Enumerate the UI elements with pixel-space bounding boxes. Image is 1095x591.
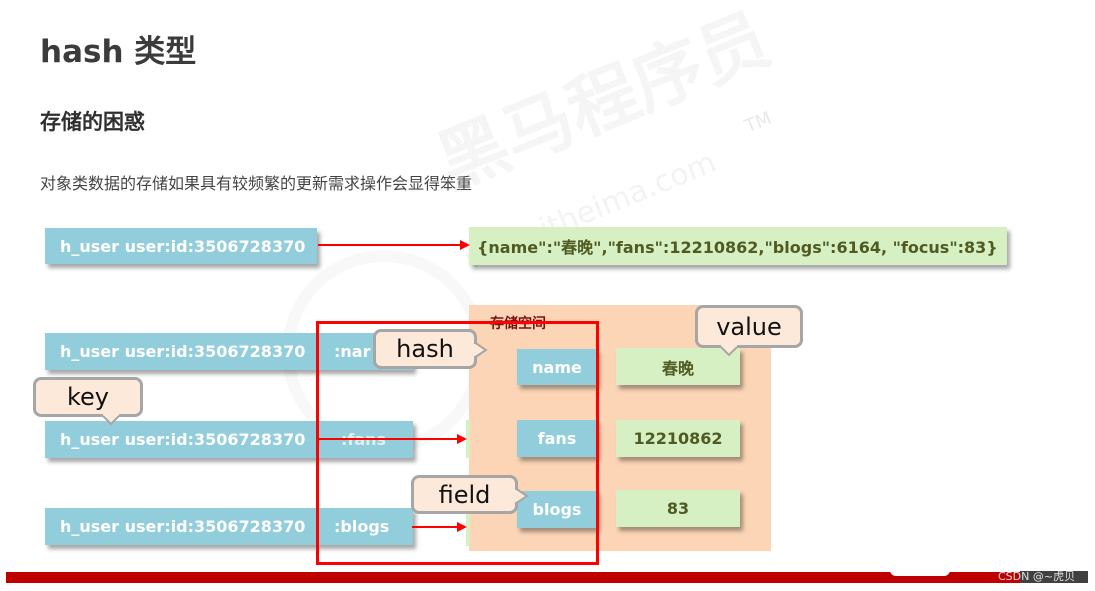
arrow-head-icon [457,434,467,444]
value-callout: value [695,305,803,348]
field-callout: field [411,475,518,514]
arrow-blogs-to-storage [412,522,467,532]
arrow-head-icon [460,240,470,250]
hash-callout-label: hash [396,335,454,363]
key-callout-pointer-icon [100,414,122,426]
field-callout-pointer-icon [515,486,529,506]
hash-callout: hash [373,329,477,369]
credit-text: CSDN @~虎贝 [998,570,1076,583]
key-callout-label: key [66,383,109,411]
arrow-fans-to-storage [318,434,467,444]
bottom-bar-notch [890,570,950,576]
arrow-head-icon [457,522,467,532]
arrows-layer [318,240,470,532]
hash-callout-pointer-icon [474,340,488,360]
field-callout-label: field [438,480,491,509]
key-callout: key [33,377,143,417]
arrow-string-key-to-value [318,240,470,250]
value-callout-label: value [716,312,782,341]
value-callout-pointer-icon [718,345,740,357]
